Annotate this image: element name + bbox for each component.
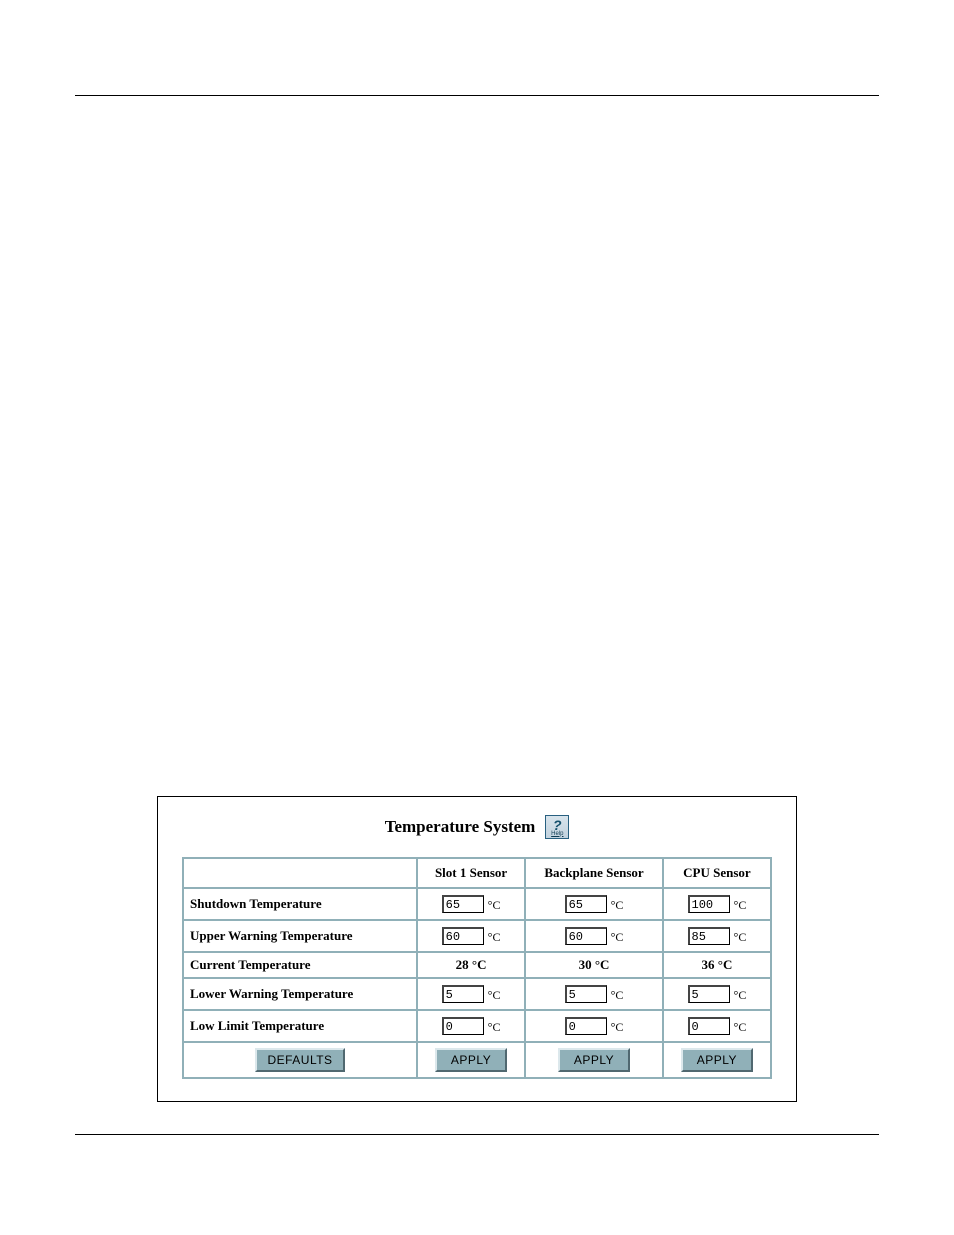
- row-label-upper-warning: Upper Warning Temperature: [184, 921, 416, 951]
- help-label: Help: [551, 831, 563, 837]
- row-label-low-limit: Low Limit Temperature: [184, 1011, 416, 1041]
- upper-slot1-input[interactable]: [442, 927, 484, 945]
- current-cpu: 36 °C: [664, 953, 770, 977]
- unit-label: °C: [488, 1020, 501, 1035]
- unit-label: °C: [611, 988, 624, 1003]
- top-rule: [75, 95, 879, 96]
- unit-label: °C: [734, 930, 747, 945]
- lowlimit-slot1-input[interactable]: [442, 1017, 484, 1035]
- lowlimit-cpu-input[interactable]: [688, 1017, 730, 1035]
- temperature-panel: Temperature System ? Help Slot 1 Sensor …: [157, 796, 797, 1102]
- defaults-button[interactable]: DEFAULTS: [255, 1048, 344, 1072]
- shutdown-slot1-input[interactable]: [442, 895, 484, 913]
- shutdown-cpu-input[interactable]: [688, 895, 730, 913]
- unit-label: °C: [611, 930, 624, 945]
- apply-cpu-button[interactable]: APPLY: [681, 1048, 753, 1072]
- upper-backplane-input[interactable]: [565, 927, 607, 945]
- apply-backplane-button[interactable]: APPLY: [558, 1048, 630, 1072]
- help-button[interactable]: ? Help: [545, 815, 569, 839]
- lower-slot1-input[interactable]: [442, 985, 484, 1003]
- unit-label: °C: [734, 988, 747, 1003]
- upper-cpu-input[interactable]: [688, 927, 730, 945]
- unit-label: °C: [488, 930, 501, 945]
- unit-label: °C: [734, 898, 747, 913]
- header-slot1: Slot 1 Sensor: [418, 859, 524, 887]
- unit-label: °C: [611, 898, 624, 913]
- question-icon: ?: [553, 819, 562, 831]
- lower-backplane-input[interactable]: [565, 985, 607, 1003]
- unit-label: °C: [488, 898, 501, 913]
- lower-cpu-input[interactable]: [688, 985, 730, 1003]
- temperature-table: Slot 1 Sensor Backplane Sensor CPU Senso…: [182, 857, 772, 1079]
- header-cpu: CPU Sensor: [664, 859, 770, 887]
- row-label-current: Current Temperature: [184, 953, 416, 977]
- apply-slot1-button[interactable]: APPLY: [435, 1048, 507, 1072]
- unit-label: °C: [611, 1020, 624, 1035]
- row-label-shutdown: Shutdown Temperature: [184, 889, 416, 919]
- unit-label: °C: [734, 1020, 747, 1035]
- header-backplane: Backplane Sensor: [526, 859, 662, 887]
- current-slot1: 28 °C: [418, 953, 524, 977]
- header-blank: [184, 859, 416, 887]
- panel-title: Temperature System: [385, 817, 536, 837]
- current-backplane: 30 °C: [526, 953, 662, 977]
- bottom-rule: [75, 1134, 879, 1135]
- shutdown-backplane-input[interactable]: [565, 895, 607, 913]
- unit-label: °C: [488, 988, 501, 1003]
- row-label-lower-warning: Lower Warning Temperature: [184, 979, 416, 1009]
- lowlimit-backplane-input[interactable]: [565, 1017, 607, 1035]
